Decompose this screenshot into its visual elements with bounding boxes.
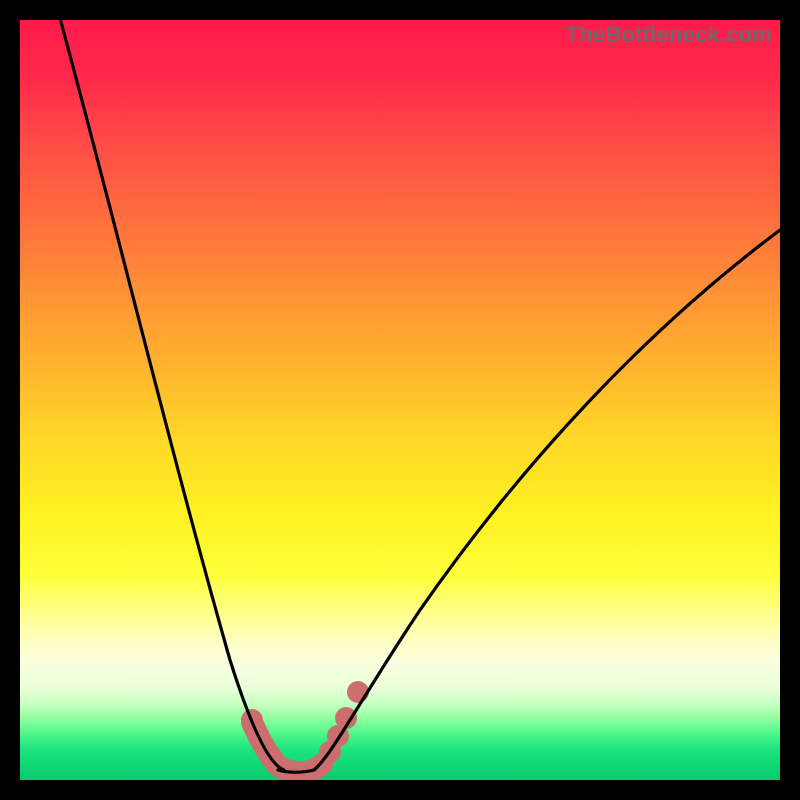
curve-left <box>55 20 284 770</box>
chart-area: TheBottleneck.com <box>20 20 780 780</box>
curve-right <box>314 230 780 770</box>
chart-svg <box>20 20 780 780</box>
